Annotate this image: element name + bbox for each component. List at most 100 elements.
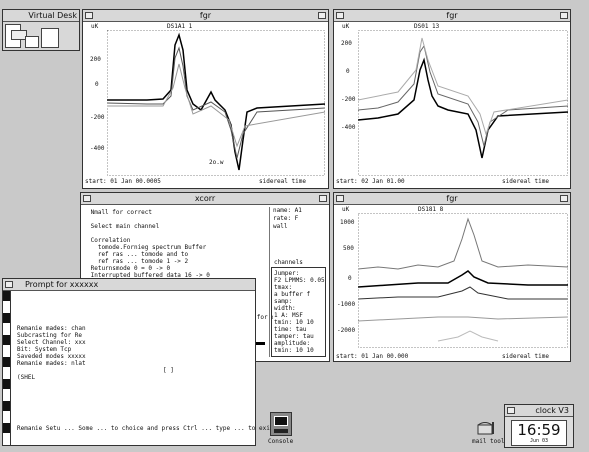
graph-window-2-titlebar[interactable]: fgr (334, 10, 570, 22)
graph-window-3-title: fgr (446, 194, 458, 203)
maximize-button[interactable] (319, 195, 327, 202)
console-desktop-icon[interactable]: Console (266, 412, 296, 446)
y-axis-label: uK (91, 23, 99, 30)
console-icon-label: Console (268, 438, 294, 445)
console-line: (SHEL (17, 374, 36, 381)
maximize-button[interactable] (560, 12, 568, 19)
window-menu-button[interactable] (83, 195, 91, 202)
window-menu-button[interactable] (5, 281, 13, 288)
mail-tool-label: mail tool (472, 438, 505, 445)
side-list-box[interactable]: Jumper: F2 LPMMS: 0.05 tmax: a buffer f samp… (271, 267, 326, 357)
terminal-icon (270, 412, 292, 436)
window-menu-button[interactable] (85, 12, 93, 19)
mail-tool-desktop-icon[interactable]: mail tool (470, 420, 505, 448)
console-line: Remanie mades: nlat (17, 360, 86, 367)
side-list-item: samp: (274, 298, 293, 305)
side-list-item: Jumper: (274, 270, 300, 277)
graph-window-1-titlebar[interactable]: fgr (83, 10, 328, 22)
mailbox-icon (477, 422, 494, 435)
footer-axis-label: sidereal time (259, 178, 306, 185)
virtual-desktop-window[interactable]: Virtual Desk (2, 9, 80, 51)
console-line: Subcrasting for Re (17, 332, 83, 339)
peak-marker: 2o.w (209, 159, 224, 166)
tick-label: 0 (348, 275, 352, 282)
graph-window-3-titlebar[interactable]: fgr (334, 193, 570, 205)
console-cursor[interactable]: [ ] (163, 367, 174, 374)
tick-label: 0 (95, 81, 99, 88)
graph-window-2[interactable]: fgr uK DS01 13 200 0 -200 -400 start: 02… (333, 9, 571, 189)
tick-label: 200 (341, 40, 352, 47)
text-line: Correlation (87, 237, 131, 244)
tick-label: -1000 (337, 301, 356, 308)
plot-header: DS01 13 (414, 23, 440, 30)
console-line: Saveded modes xxxxx (17, 353, 86, 360)
plot-area (358, 30, 568, 176)
graph-window-1[interactable]: fgr uK DS1A1 1 200 0 -200 -400 2o.w star… (82, 9, 329, 189)
console-line: Remanie mades: chan (17, 325, 86, 332)
console-window[interactable]: Prompt for xxxxxx Remanie mades: chan Sub… (2, 278, 277, 446)
plot-area (358, 213, 568, 348)
footer-start: start: 01 Jan 00.0005 (85, 178, 161, 185)
clock-face: 16:59 Jun 03 (511, 420, 567, 446)
desktop-pane-3[interactable] (25, 36, 39, 48)
y-axis-label: uK (342, 206, 350, 213)
virtual-desktop-titlebar[interactable]: Virtual Desk (3, 10, 79, 22)
tick-label: -400 (90, 145, 105, 152)
window-menu-button[interactable] (507, 407, 515, 414)
clock-titlebar[interactable]: clock V3 (505, 405, 573, 417)
window-menu-button[interactable] (336, 12, 344, 19)
side-list-item: tmin: 10 10 (274, 347, 314, 354)
side-list-item: amplitude: (274, 340, 311, 347)
console-line: Bit: System Tcp (17, 346, 72, 353)
footer-start: start: 01 Jan 00.000 (336, 353, 409, 360)
tick-label: 200 (90, 56, 101, 63)
plot-area (107, 30, 325, 176)
console-title: Prompt for xxxxxx (25, 280, 99, 289)
graph-window-1-title: fgr (199, 11, 212, 20)
desktop-pane-4[interactable] (41, 28, 59, 48)
side-top-line: rate: F (273, 215, 299, 222)
text-line: ref ras ... tomode 1 -> 2 (87, 258, 189, 265)
virtual-desktop-title: Virtual Desk (28, 11, 77, 20)
side-list-item: tmin: 10 10 (274, 319, 314, 326)
footer-start: start: 02 Jan 01.00 (336, 178, 405, 185)
xcorr-title: xcorr (194, 194, 216, 203)
side-list-header: channels (274, 259, 303, 266)
clock-window[interactable]: clock V3 16:59 Jun 03 (504, 404, 574, 448)
maximize-button[interactable] (560, 195, 568, 202)
footer-axis-label: sidereal time (502, 353, 549, 360)
xcorr-titlebar[interactable]: xcorr (81, 193, 329, 205)
console-status-line: Remanie Setu ... Some ... to choice and … (17, 425, 278, 432)
console-line: Select Channel: xxx (17, 339, 86, 346)
clock-title: clock V3 (535, 406, 569, 415)
side-list-item: a buffer f (274, 291, 311, 298)
graph-window-3[interactable]: fgr uK DS181 8 1000 500 0 -1000 -2000 st… (333, 192, 571, 362)
tick-label: -2000 (337, 327, 356, 334)
text-line: tomode.Fornieg spectrum Buffer (87, 244, 207, 251)
side-list-item: width: (274, 305, 296, 312)
side-top-line: wall (273, 223, 288, 230)
y-axis-label: uK (342, 23, 350, 30)
tick-label: -200 (341, 96, 356, 103)
plot-header: DS181 8 (418, 206, 444, 213)
side-list-item: tamper: tau (274, 333, 314, 340)
maximize-button[interactable] (318, 12, 326, 19)
console-titlebar[interactable]: Prompt for xxxxxx (3, 279, 255, 291)
side-top-line: name: A1 (273, 207, 302, 214)
console-scrollbar[interactable] (3, 291, 11, 445)
text-line: Nmall for correct (87, 209, 153, 216)
clock-date: Jun 03 (529, 438, 549, 444)
side-list-item: tmax: (274, 284, 293, 291)
console-text-area[interactable]: Remanie mades: chan Subcrasting for Re Sel… (17, 325, 217, 385)
window-menu-button[interactable] (336, 195, 344, 202)
side-list-item: time: tau (274, 326, 307, 333)
tick-label: 1000 (340, 219, 355, 226)
tick-label: 0 (346, 68, 350, 75)
tick-label: 500 (343, 245, 354, 252)
tick-label: -400 (341, 124, 356, 131)
text-line: Returnsmode 0 = 0 -> 0 (87, 265, 171, 272)
text-line: Select main channel (87, 223, 160, 230)
side-list-item: F2 LPMMS: 0.05 (274, 277, 325, 284)
plot-header: DS1A1 1 (167, 23, 193, 30)
text-line: ref ras ... tomode and to (87, 251, 189, 258)
